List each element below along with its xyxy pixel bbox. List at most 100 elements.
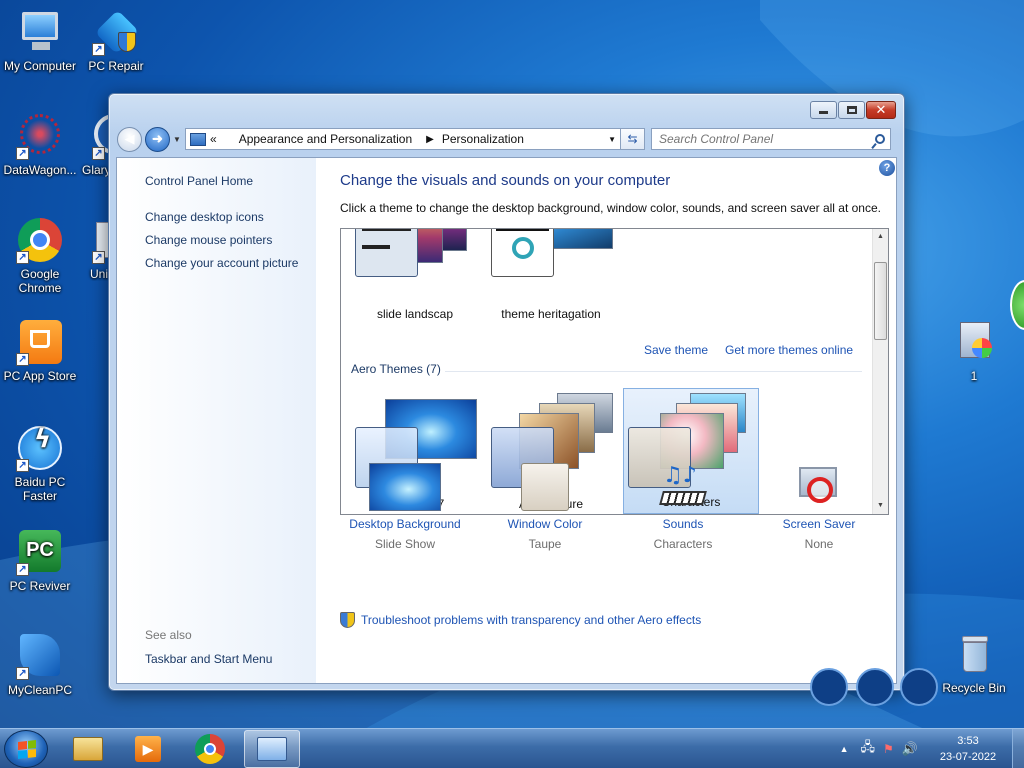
volume-icon[interactable]: 🔊	[902, 741, 918, 757]
desktop-background-title[interactable]: Desktop Background	[340, 517, 470, 531]
maximize-button[interactable]	[838, 101, 865, 119]
breadcrumb-appearance[interactable]: Appearance and Personalization	[239, 132, 412, 146]
taskbar-chrome[interactable]	[182, 730, 238, 768]
desktop-icon-google-chrome[interactable]: ↗ Google Chrome	[0, 216, 80, 295]
desktop-icon-pc-reviver[interactable]: PC ↗ PC Reviver	[0, 528, 80, 593]
sounds-setting[interactable]: ♫♪ Sounds Characters	[618, 463, 748, 551]
theme-slide-landscap[interactable]: slide landscap	[347, 229, 483, 325]
sidebar-taskbar-start-menu[interactable]: Taskbar and Start Menu	[145, 652, 272, 666]
desktop-background-setting[interactable]: Desktop Background Slide Show	[340, 463, 470, 551]
search-icon[interactable]	[875, 134, 885, 144]
address-bar[interactable]: « Appearance and Personalization ▶ Perso…	[185, 128, 621, 150]
aero-themes-heading: Aero Themes (7)	[351, 362, 441, 376]
sidebar-change-desktop-icons[interactable]: Change desktop icons	[145, 210, 264, 224]
refresh-button[interactable]: ⇆	[621, 128, 645, 150]
maximize-icon	[846, 106, 857, 114]
theme-heritagation[interactable]: theme heritagation	[483, 229, 619, 325]
recent-pages-button[interactable]: ▼	[173, 135, 181, 144]
taskbar-media-player[interactable]: ▶	[120, 730, 176, 768]
glary-icon: ↗	[92, 112, 108, 160]
breadcrumb-separator-icon: ▶	[426, 133, 434, 145]
content-area: ? Control Panel Home Change desktop icon…	[116, 157, 897, 684]
scroll-up-icon[interactable]: ▲	[873, 229, 888, 245]
file-explorer-icon	[73, 737, 103, 761]
breadcrumb-personalization[interactable]: Personalization	[442, 132, 524, 146]
scroll-thumb[interactable]	[874, 262, 887, 340]
window-color-setting[interactable]: Window Color Taupe	[480, 463, 610, 551]
theme-label: slide landscap	[376, 307, 454, 321]
installer-icon	[950, 318, 998, 366]
control-panel-icon	[257, 737, 287, 761]
app-store-icon: ↗	[16, 318, 64, 366]
desktop-icon-mycleanpc[interactable]: ↗ MyCleanPC	[0, 632, 80, 697]
sidebar-change-mouse-pointers[interactable]: Change mouse pointers	[145, 233, 272, 247]
desktop-icon-pc-app-store[interactable]: ↗ PC App Store	[0, 318, 80, 383]
troubleshoot-link[interactable]: Troubleshoot problems with transparency …	[340, 612, 701, 628]
chrome-icon	[195, 734, 225, 764]
window-color-icon	[521, 463, 569, 511]
troubleshoot-label[interactable]: Troubleshoot problems with transparency …	[361, 613, 701, 627]
desktop-icon-1[interactable]: 1	[934, 318, 1014, 383]
datawagon-icon: ↗	[16, 112, 64, 160]
get-more-themes-link[interactable]: Get more themes online	[725, 343, 853, 357]
gadget-button[interactable]	[856, 668, 894, 706]
back-button[interactable]: ◀	[117, 126, 142, 152]
sounds-title[interactable]: Sounds	[618, 517, 748, 531]
see-also-heading: See also	[145, 628, 192, 642]
taskbar: ▶ ▲ 🖧 ⚑ 🔊 3:53 23-07-2022	[0, 728, 1024, 768]
navigation-bar: ◀ ➜ ▼ « Appearance and Personalization ▶…	[117, 126, 896, 152]
desktop-background-icon	[369, 463, 441, 511]
minimize-icon	[819, 111, 828, 114]
window-color-value: Taupe	[528, 537, 562, 551]
show-desktop-button[interactable]	[1012, 729, 1024, 768]
desktop-icon-pc-repair[interactable]: ↗ PC Repair	[76, 8, 156, 73]
baidu-icon: ϟ ↗	[16, 424, 64, 472]
breadcrumb-overflow[interactable]: «	[210, 132, 217, 146]
group-divider	[445, 371, 862, 372]
taskbar-file-explorer[interactable]	[60, 730, 116, 768]
screen-saver-value: None	[804, 537, 834, 551]
chrome-icon: ↗	[16, 216, 64, 264]
window-color-title[interactable]: Window Color	[480, 517, 610, 531]
close-icon: ✕	[875, 102, 887, 118]
clock[interactable]: 3:53 23-07-2022	[932, 733, 1004, 765]
address-dropdown-icon[interactable]: ▼	[608, 135, 616, 144]
search-input[interactable]	[659, 132, 864, 146]
gadget-button[interactable]	[900, 668, 938, 706]
start-button[interactable]	[4, 730, 48, 768]
clock-date: 23-07-2022	[939, 751, 997, 763]
sidebar-change-account-picture[interactable]: Change your account picture	[145, 256, 298, 270]
screen-saver-setting[interactable]: Screen Saver None	[754, 463, 884, 551]
personalization-window: ✕ ◀ ➜ ▼ « Appearance and Personalization…	[108, 93, 905, 691]
forward-button[interactable]: ➜	[145, 126, 170, 152]
desktop-icon-uni[interactable]: ↗ Uni	[76, 216, 108, 281]
gadget-button[interactable]	[810, 668, 848, 706]
screen-saver-title[interactable]: Screen Saver	[754, 517, 884, 531]
desktop-background-value: Slide Show	[374, 537, 436, 551]
desktop-icon-my-computer[interactable]: My Computer	[0, 8, 80, 73]
mycleanpc-icon: ↗	[16, 632, 64, 680]
save-theme-link[interactable]: Save theme	[644, 343, 708, 357]
windows-logo-icon	[18, 740, 36, 759]
close-button[interactable]: ✕	[866, 101, 896, 119]
sounds-icon: ♫♪	[659, 463, 707, 511]
sounds-value: Characters	[653, 537, 713, 551]
action-center-icon[interactable]: ⚑	[883, 742, 894, 756]
computer-icon	[16, 8, 64, 56]
desktop-icon-recycle-bin[interactable]: Recycle Bin	[934, 630, 1014, 695]
sidebar-control-panel-home[interactable]: Control Panel Home	[145, 174, 253, 188]
minimize-button[interactable]	[810, 101, 837, 119]
theme-label: theme heritagation	[501, 307, 601, 321]
network-icon[interactable]: 🖧	[861, 738, 876, 760]
search-box	[651, 128, 891, 150]
refresh-icon: ⇆	[627, 132, 638, 146]
theme-window-thumbnail	[355, 229, 418, 277]
show-hidden-icons-button[interactable]: ▲	[840, 744, 849, 754]
control-panel-icon	[190, 132, 206, 146]
desktop-icon-baidu-pc-faster[interactable]: ϟ ↗ Baidu PC Faster	[0, 424, 80, 503]
theme-window-thumbnail	[491, 229, 554, 277]
taskbar-control-panel[interactable]	[244, 730, 300, 768]
desktop-icon-datawagon[interactable]: ↗ DataWagon...	[0, 112, 80, 177]
desktop-icon-glary[interactable]: ↗ Glary	[76, 112, 108, 177]
system-tray: ▲ 🖧 ⚑ 🔊 3:53 23-07-2022	[840, 729, 1024, 768]
